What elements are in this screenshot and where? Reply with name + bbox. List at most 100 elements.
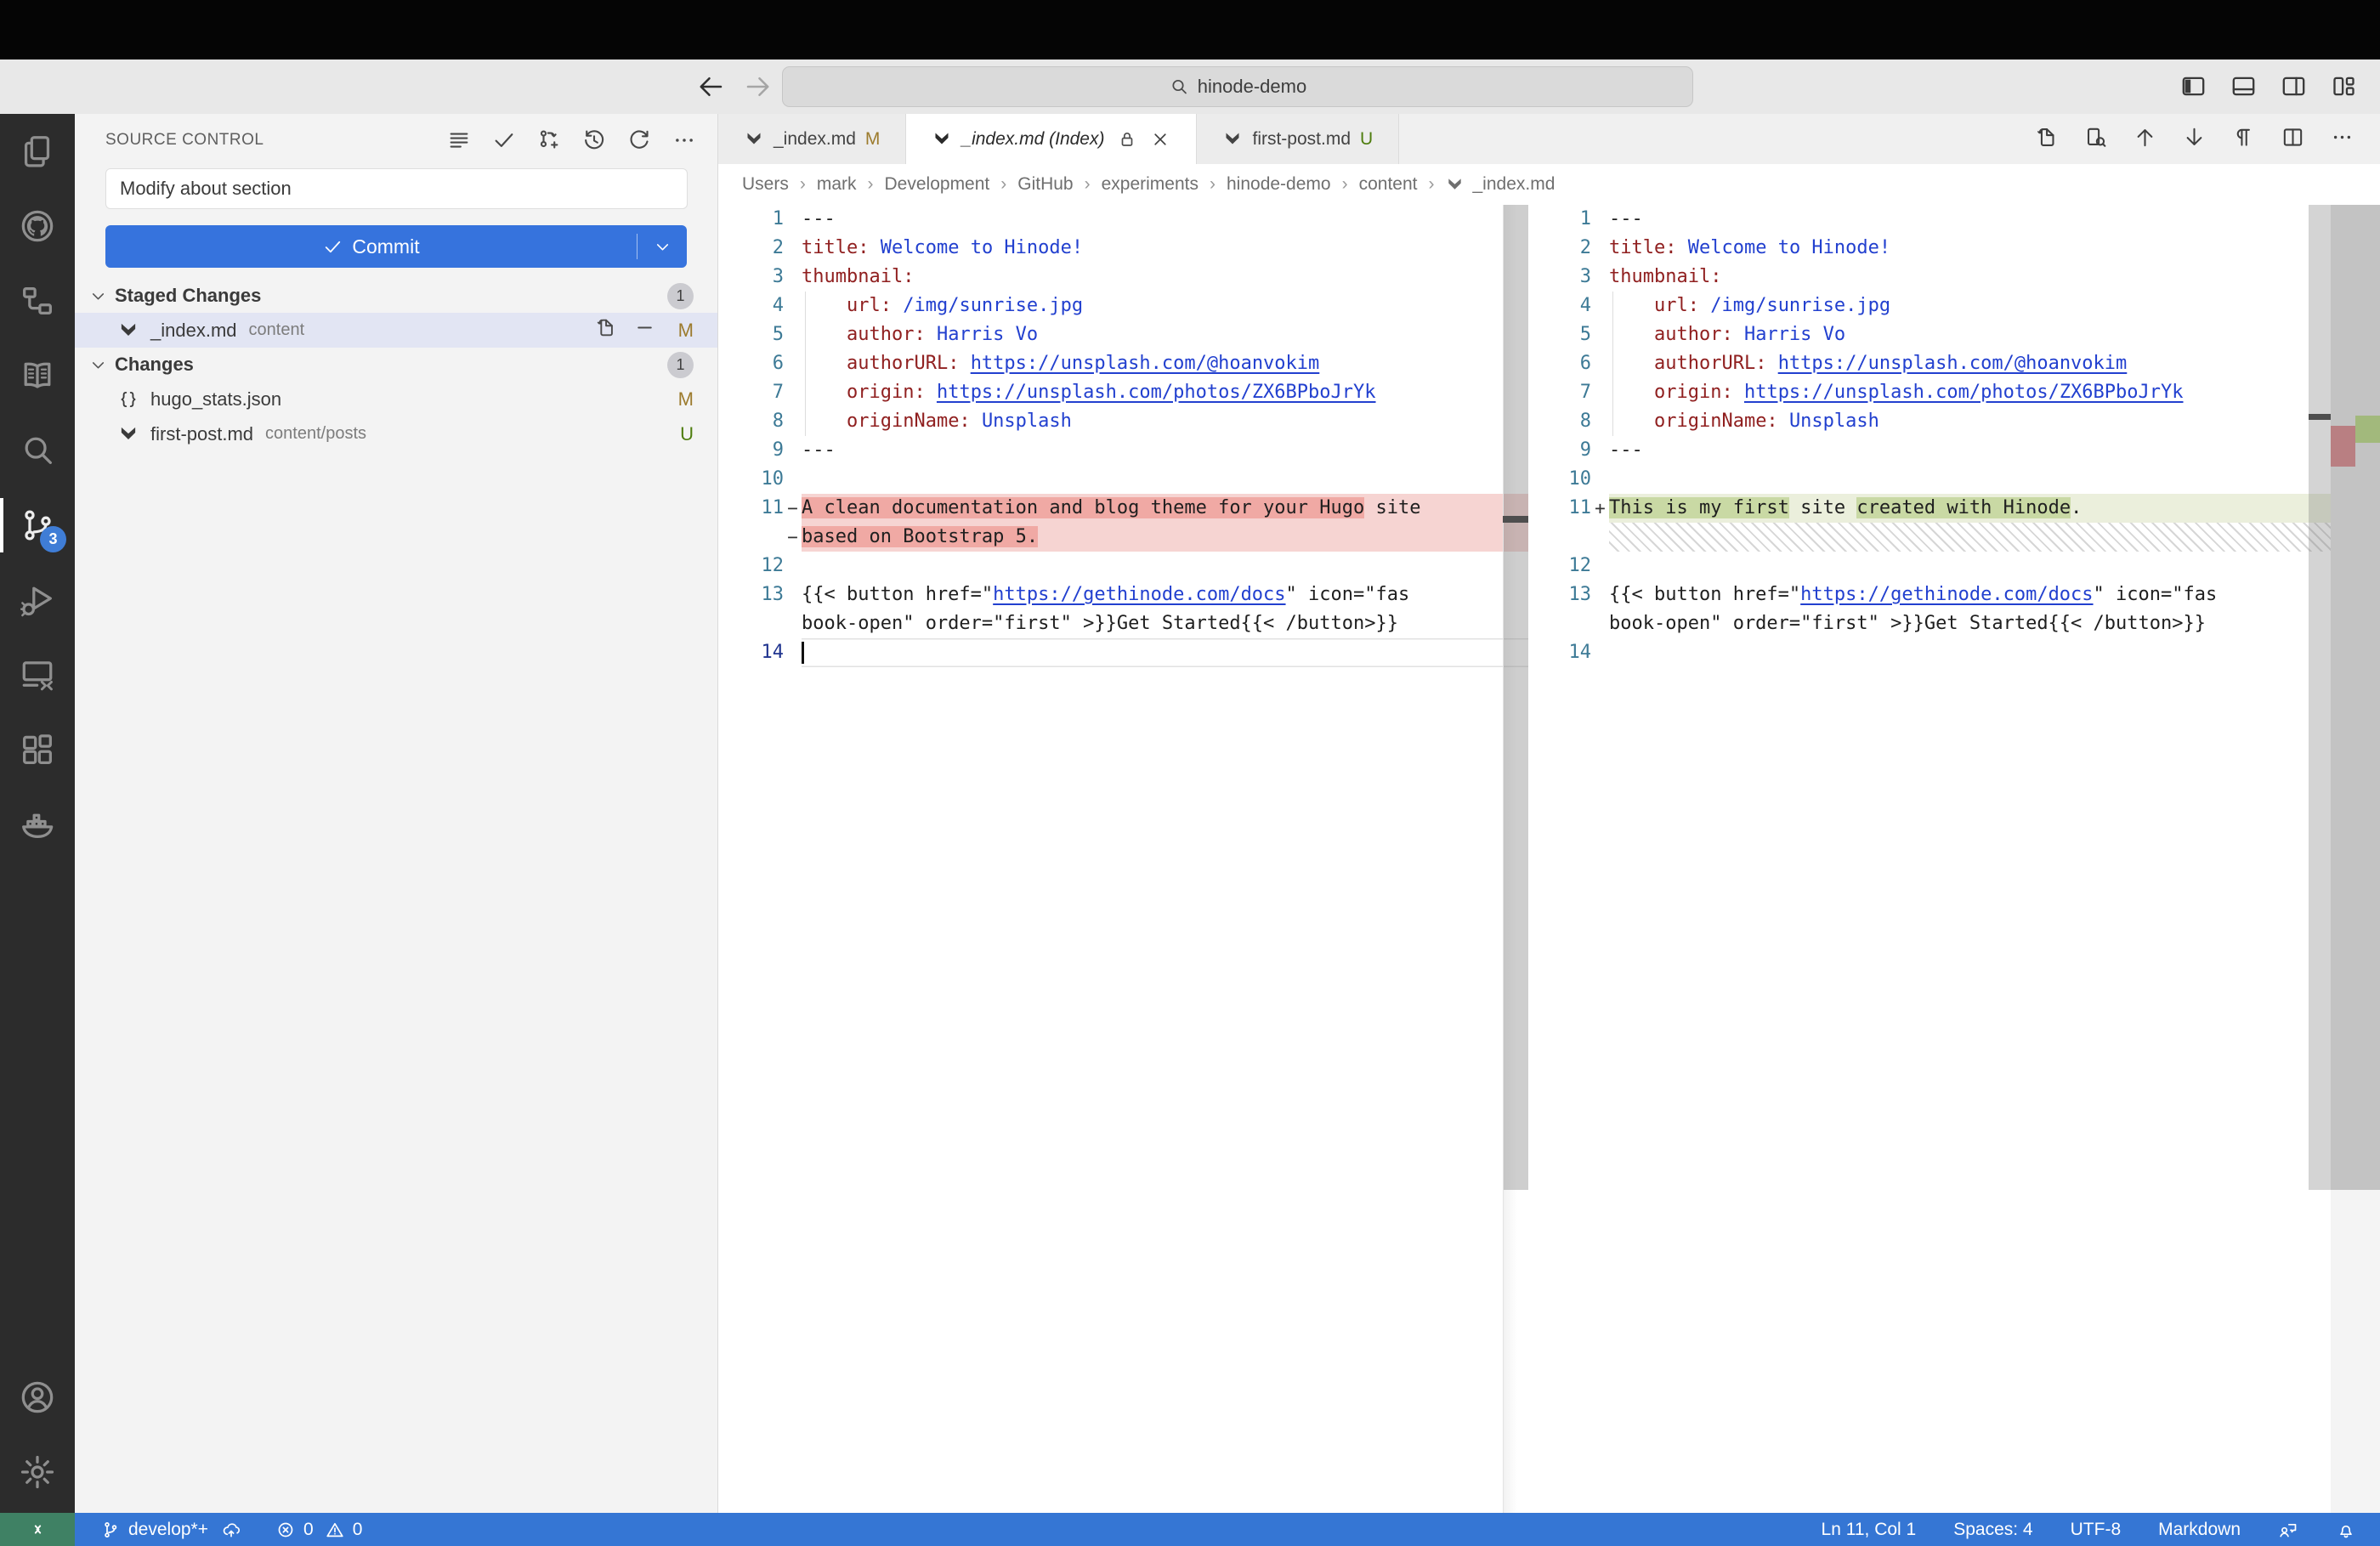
code-line[interactable] <box>1609 552 2380 580</box>
code-line[interactable] <box>1609 465 2380 494</box>
tab-first-post.md[interactable]: first-post.mdU <box>1197 114 1399 164</box>
toggle-panel-button[interactable] <box>2230 72 2258 105</box>
section-staged-changes[interactable]: Staged Changes1 <box>75 279 717 313</box>
activity-item-accounts[interactable] <box>0 1360 75 1435</box>
code-line[interactable]: A clean documentation and blog theme for… <box>802 494 1528 523</box>
branch-status[interactable]: develop*+ <box>100 1520 241 1540</box>
code-line[interactable] <box>802 638 1528 667</box>
activity-item-search[interactable] <box>0 413 75 488</box>
code-line[interactable] <box>1609 523 2331 552</box>
open-file-button[interactable] <box>594 316 617 344</box>
commit-check-button[interactable] <box>491 127 517 153</box>
create-branch-button[interactable] <box>536 127 562 153</box>
previous-change-button[interactable] <box>2133 125 2157 154</box>
language-mode[interactable]: Markdown <box>2158 1520 2241 1540</box>
commit-message-input[interactable] <box>105 168 688 209</box>
scm-row-_index.md[interactable]: _index.mdcontentM <box>75 313 717 348</box>
customize-layout-button[interactable] <box>2330 72 2358 105</box>
section-changes[interactable]: Changes1 <box>75 348 717 382</box>
code-line[interactable]: --- <box>802 436 1528 465</box>
code-line[interactable] <box>1609 638 2380 667</box>
code-line[interactable]: --- <box>1609 205 2380 234</box>
split-editor-button[interactable] <box>2281 125 2305 154</box>
toggle-secondary-sidebar-button[interactable] <box>2280 72 2308 105</box>
code-line[interactable]: originName: Unsplash <box>802 407 1528 436</box>
history-button[interactable] <box>581 127 607 153</box>
breadcrumb-item[interactable]: Development <box>885 174 990 195</box>
indentation[interactable]: Spaces: 4 <box>1953 1520 2032 1540</box>
remote-indicator[interactable] <box>0 1513 75 1546</box>
activity-item-settings[interactable] <box>0 1435 75 1509</box>
breadcrumb-item[interactable]: GitHub <box>1017 174 1073 195</box>
tab--index.md-index-[interactable]: _index.md (Index) <box>906 114 1197 164</box>
right-pane-scrollbar[interactable] <box>2309 205 2331 1190</box>
code-line[interactable]: author: Harris Vo <box>1609 320 2380 349</box>
encoding[interactable]: UTF-8 <box>2071 1520 2122 1540</box>
activity-item-docker[interactable] <box>0 787 75 862</box>
scm-row-first-post.md[interactable]: first-post.mdcontent/postsU <box>75 416 717 451</box>
activity-item-extensions[interactable] <box>0 712 75 787</box>
back-button[interactable] <box>695 71 726 102</box>
breadcrumb-item[interactable]: hinode-demo <box>1227 174 1331 195</box>
code-line[interactable]: --- <box>1609 436 2380 465</box>
left-pane-scrollbar[interactable] <box>1504 205 1528 1190</box>
close-tab-icon[interactable] <box>1150 129 1170 150</box>
forward-button[interactable] <box>743 71 774 102</box>
breadcrumb[interactable]: Users›mark›Development›GitHub›experiment… <box>718 164 2380 205</box>
breadcrumb-item[interactable]: Users <box>742 174 789 195</box>
render-whitespace-button[interactable] <box>2231 125 2256 154</box>
problems-status[interactable]: 0 0 <box>275 1520 362 1540</box>
code-line[interactable]: origin: https://unsplash.com/photos/ZX6B… <box>1609 378 2380 407</box>
code-line[interactable]: based on Bootstrap 5. <box>802 523 1528 552</box>
breadcrumb-item[interactable]: experiments <box>1102 174 1198 195</box>
scm-row-hugo_stats.json[interactable]: hugo_stats.jsonM <box>75 382 717 416</box>
code-line[interactable]: This is my first site created with Hinod… <box>1609 494 2331 523</box>
code-line[interactable]: thumbnail: <box>1609 263 2380 292</box>
code-line[interactable] <box>802 465 1528 494</box>
refresh-button[interactable] <box>626 127 652 153</box>
view-as-list-button[interactable] <box>446 127 472 153</box>
code-line[interactable]: {{< button href="https://gethinode.com/d… <box>1609 580 2380 609</box>
right-scrollbar-handle[interactable] <box>2309 414 2331 420</box>
activity-item-docs[interactable] <box>0 338 75 413</box>
code-line[interactable]: title: Welcome to Hinode! <box>802 234 1528 263</box>
code-line[interactable]: author: Harris Vo <box>802 320 1528 349</box>
activity-item-run-and-debug[interactable] <box>0 563 75 637</box>
notifications-button[interactable] <box>2336 1520 2356 1540</box>
command-center[interactable]: hinode-demo <box>782 66 1693 107</box>
code-line[interactable]: authorURL: https://unsplash.com/@hoanvok… <box>1609 349 2380 378</box>
tab--index.md[interactable]: _index.mdM <box>718 114 906 164</box>
code-line[interactable]: book-open" order="first" >}}Get Started{… <box>1609 609 2380 638</box>
commit-button[interactable]: Commit <box>105 225 687 268</box>
code-line[interactable] <box>802 552 1528 580</box>
activity-item-explorer[interactable] <box>0 114 75 189</box>
more-actions-button[interactable] <box>2330 125 2354 154</box>
breadcrumb-item[interactable]: mark <box>817 174 857 195</box>
inline-view-button[interactable] <box>2083 125 2108 154</box>
commit-dropdown-button[interactable] <box>638 225 687 268</box>
breadcrumb-file[interactable]: _index.md <box>1445 174 1555 195</box>
code-line[interactable]: --- <box>802 205 1528 234</box>
more-actions-button[interactable] <box>672 127 697 153</box>
code-line[interactable]: url: /img/sunrise.jpg <box>1609 292 2380 320</box>
code-line[interactable]: title: Welcome to Hinode! <box>1609 234 2380 263</box>
code-line[interactable]: origin: https://unsplash.com/photos/ZX6B… <box>802 378 1528 407</box>
feedback-button[interactable] <box>2278 1520 2298 1540</box>
activity-item-source-control[interactable]: 3 <box>0 488 75 563</box>
breadcrumb-item[interactable]: content <box>1359 174 1418 195</box>
commit-button-main[interactable]: Commit <box>105 235 637 258</box>
toggle-primary-sidebar-button[interactable] <box>2179 72 2207 105</box>
code-line[interactable]: url: /img/sunrise.jpg <box>802 292 1528 320</box>
open-file-button[interactable] <box>2034 125 2059 154</box>
code-line[interactable]: thumbnail: <box>802 263 1528 292</box>
activity-item-github[interactable] <box>0 189 75 263</box>
code-line[interactable]: book-open" order="first" >}}Get Started{… <box>802 609 1528 638</box>
activity-item-remote-explorer[interactable] <box>0 637 75 712</box>
unstage-changes-button[interactable] <box>633 316 656 344</box>
next-change-button[interactable] <box>2182 125 2207 154</box>
code-line[interactable]: originName: Unsplash <box>1609 407 2380 436</box>
cursor-position[interactable]: Ln 11, Col 1 <box>1822 1520 1917 1540</box>
code-line[interactable]: {{< button href="https://gethinode.com/d… <box>802 580 1528 609</box>
code-line[interactable]: authorURL: https://unsplash.com/@hoanvok… <box>802 349 1528 378</box>
activity-item-hierarchy[interactable] <box>0 263 75 338</box>
